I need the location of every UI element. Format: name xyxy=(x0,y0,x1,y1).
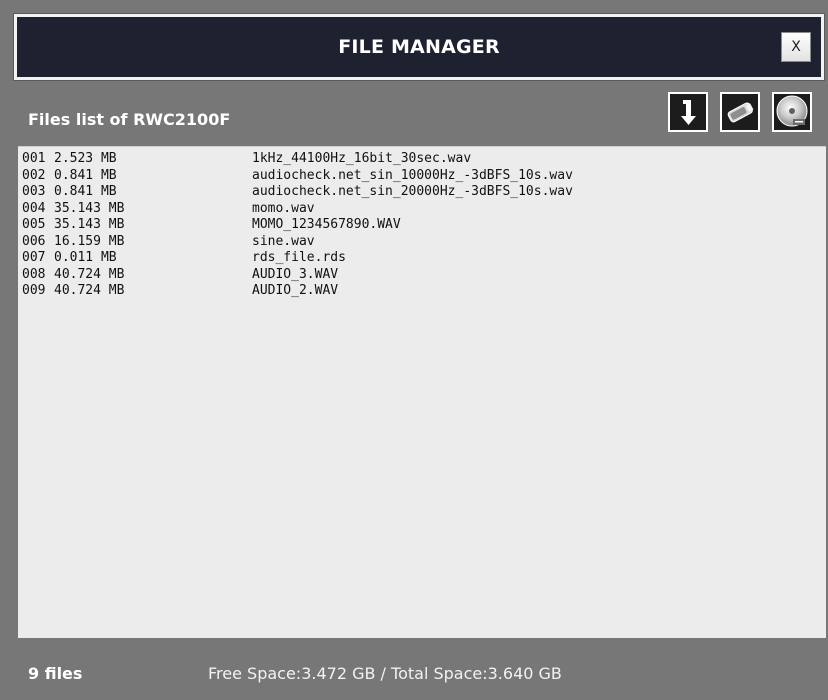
file-row[interactable]: 009 40.724 MB AUDIO_2.WAV xyxy=(22,283,826,300)
file-size: 2.523 MB xyxy=(54,151,117,166)
file-size: 35.143 MB xyxy=(54,217,125,232)
file-size: 0.841 MB xyxy=(54,167,117,183)
file-count: 9 files xyxy=(28,664,83,683)
file-row[interactable]: 001 2.523 MB 1kHz_44100Hz_16bit_30sec.wav xyxy=(22,151,826,168)
file-row[interactable]: 006 16.159 MB sine.wav xyxy=(22,234,826,251)
usb-drive-button[interactable] xyxy=(720,92,760,132)
file-list[interactable]: 001 2.523 MB 1kHz_44100Hz_16bit_30sec.wav 0… xyxy=(18,146,826,638)
title-bar: FILE MANAGER X xyxy=(14,14,824,80)
disk-button[interactable] xyxy=(772,92,812,132)
window-title: FILE MANAGER xyxy=(338,36,500,58)
file-name: AUDIO_2.WAV xyxy=(252,283,339,298)
space-info: Free Space:3.472 GB / Total Space:3.640 … xyxy=(208,664,562,683)
file-index: 002 xyxy=(22,167,46,183)
file-name: rds_file.rds xyxy=(252,250,346,265)
file-size: 35.143 MB xyxy=(54,200,125,216)
file-index: 004 xyxy=(22,200,46,216)
download-button[interactable] xyxy=(668,92,708,132)
file-name: AUDIO_3.WAV xyxy=(252,266,339,282)
file-size: 40.724 MB xyxy=(54,266,125,282)
file-manager-window: FILE MANAGER X Files list of RWC2100F 00… xyxy=(0,0,828,700)
file-index: 007 xyxy=(22,250,46,265)
files-list-title: Files list of RWC2100F xyxy=(28,110,231,129)
file-row[interactable]: 004 35.143 MB momo.wav xyxy=(22,201,826,218)
file-index: 003 xyxy=(22,184,46,199)
file-index: 001 xyxy=(22,151,46,166)
disk-icon xyxy=(776,95,808,127)
file-row[interactable]: 005 35.143 MB MOMO_1234567890.WAV xyxy=(22,217,826,234)
file-name: momo.wav xyxy=(252,200,315,216)
file-index: 009 xyxy=(22,283,46,298)
file-index: 006 xyxy=(22,233,46,249)
download-icon xyxy=(681,100,696,125)
file-size: 0.841 MB xyxy=(54,184,117,199)
file-size: 16.159 MB xyxy=(54,233,125,249)
file-row[interactable]: 002 0.841 MB audiocheck.net_sin_10000Hz_-3… xyxy=(22,168,826,185)
file-row[interactable]: 007 0.011 MB rds_file.rds xyxy=(22,250,826,267)
file-index: 005 xyxy=(22,217,46,232)
file-size: 40.724 MB xyxy=(54,283,125,298)
toolbar: Files list of RWC2100F xyxy=(18,92,824,142)
file-row[interactable]: 008 40.724 MB AUDIO_3.WAV xyxy=(22,267,826,284)
close-button[interactable]: X xyxy=(781,32,811,62)
file-name: 1kHz_44100Hz_16bit_30sec.wav xyxy=(252,151,472,166)
file-size: 0.011 MB xyxy=(54,250,117,265)
status-bar: 9 files Free Space:3.472 GB / Total Spac… xyxy=(18,640,826,700)
file-name: audiocheck.net_sin_20000Hz_-3dBFS_10s.wa… xyxy=(252,184,573,199)
file-name: sine.wav xyxy=(252,233,315,249)
file-name: audiocheck.net_sin_10000Hz_-3dBFS_10s.wa… xyxy=(252,167,573,183)
usb-drive-icon xyxy=(727,102,754,123)
file-name: MOMO_1234567890.WAV xyxy=(252,217,401,232)
file-index: 008 xyxy=(22,266,46,282)
file-row[interactable]: 003 0.841 MB audiocheck.net_sin_20000Hz_-3… xyxy=(22,184,826,201)
